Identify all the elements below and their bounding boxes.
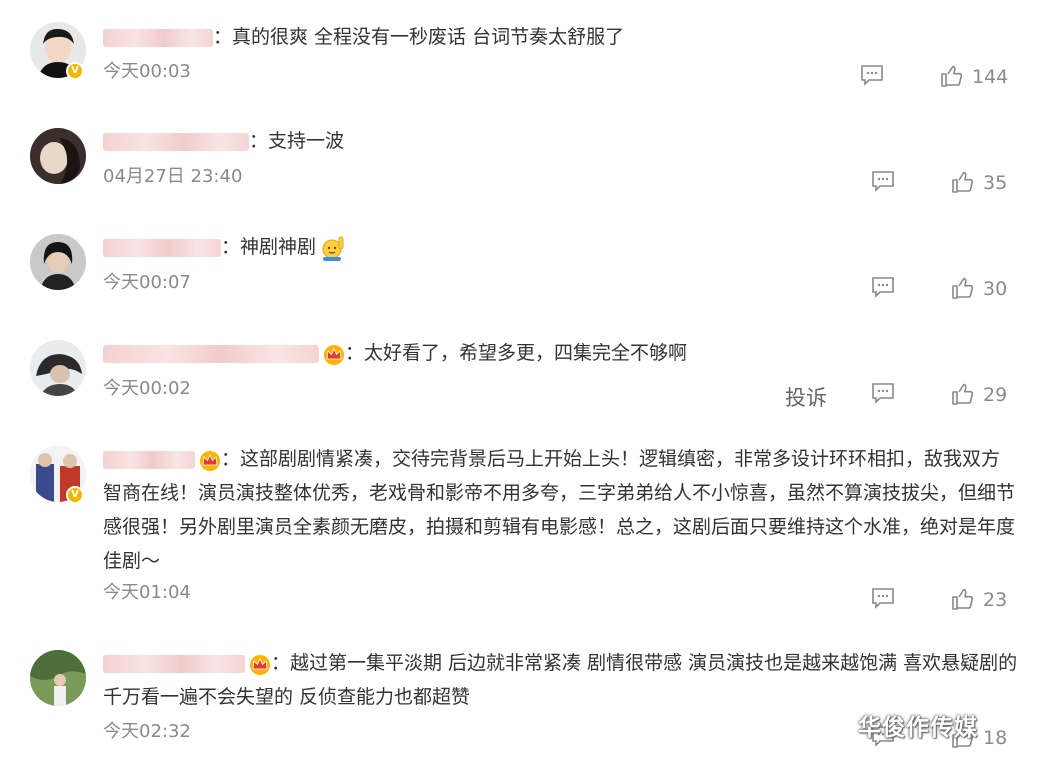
separator: ： (221, 448, 241, 470)
comment-text-line: ：太好看了，希望多更，四集完全不够啊 (103, 336, 1018, 370)
username-blurred[interactable] (103, 28, 213, 47)
comment-text-line: ：支持一波 (103, 124, 1018, 158)
crown-badge-icon (249, 653, 271, 675)
comment-text-line: ：神剧神剧 (103, 230, 1018, 264)
verified-v-icon: V (66, 62, 84, 80)
crown-badge-icon (199, 449, 221, 471)
watermark: 华俊作传媒 (858, 715, 978, 741)
thumbs-up-icon[interactable] (951, 587, 975, 615)
comment-time: 今天00:03 (103, 61, 191, 82)
username-blurred[interactable] (103, 238, 221, 257)
username-blurred[interactable] (103, 132, 249, 151)
comment-time: 今天01:04 (103, 582, 191, 603)
like-count: 18 (983, 727, 1008, 749)
separator: ： (213, 26, 233, 48)
separator: ： (271, 652, 291, 674)
comment-text: 这部剧剧情紧凑，交待完背景后马上开始上头！逻辑缜密，非常多设计环环相扣，敌我双方… (103, 448, 1016, 572)
like-count: 30 (983, 278, 1008, 300)
comment-icon[interactable] (860, 64, 884, 90)
comment-time: 04月27日 23:40 (103, 166, 243, 187)
comment-text: 神剧神剧 (240, 236, 317, 258)
thumbs-up-icon[interactable] (951, 170, 975, 198)
thumbs-up-icon[interactable] (940, 64, 964, 92)
comment-text: 真的很爽 全程没有一秒废话 台词节奏太舒服了 (232, 26, 625, 48)
comment-time: 今天02:32 (103, 721, 191, 742)
crown-badge-icon (323, 343, 345, 365)
raising-hand-emoji-icon (320, 235, 346, 261)
comment-icon[interactable] (871, 587, 895, 613)
comment-text-line: ：这部剧剧情紧凑，交待完背景后马上开始上头！逻辑缜密，非常多设计环环相扣，敌我双… (103, 442, 1018, 578)
separator: ： (221, 236, 241, 258)
avatar[interactable] (30, 650, 86, 706)
like-count: 29 (983, 384, 1008, 406)
username-blurred[interactable] (103, 450, 195, 469)
comment-icon[interactable] (871, 276, 895, 302)
thumbs-up-icon[interactable] (951, 276, 975, 304)
comment-text-line: ：真的很爽 全程没有一秒废话 台词节奏太舒服了 (103, 20, 1018, 54)
comment-text-line: ：越过第一集平淡期 后边就非常紧凑 剧情很带感 演员演技也是越来越饱满 喜欢悬疑… (103, 646, 1018, 714)
avatar[interactable] (30, 340, 86, 396)
like-count: 35 (983, 172, 1008, 194)
like-count: 144 (972, 66, 1009, 88)
separator: ： (249, 130, 269, 152)
comment-text: 太好看了，希望多更，四集完全不够啊 (364, 342, 688, 364)
thumbs-up-icon[interactable] (951, 382, 975, 410)
avatar[interactable] (30, 234, 86, 290)
verified-v-icon: V (66, 486, 84, 504)
like-count: 23 (983, 589, 1008, 611)
username-blurred[interactable] (103, 654, 245, 673)
comment-time: 今天00:07 (103, 272, 191, 293)
report-button[interactable]: 投诉 (785, 382, 827, 412)
comment-time: 今天00:02 (103, 378, 191, 399)
comment-text: 支持一波 (268, 130, 345, 152)
comment-icon[interactable] (871, 170, 895, 196)
avatar[interactable] (30, 128, 86, 184)
separator: ： (345, 342, 365, 364)
username-blurred[interactable] (103, 344, 319, 363)
comment-icon[interactable] (871, 382, 895, 408)
